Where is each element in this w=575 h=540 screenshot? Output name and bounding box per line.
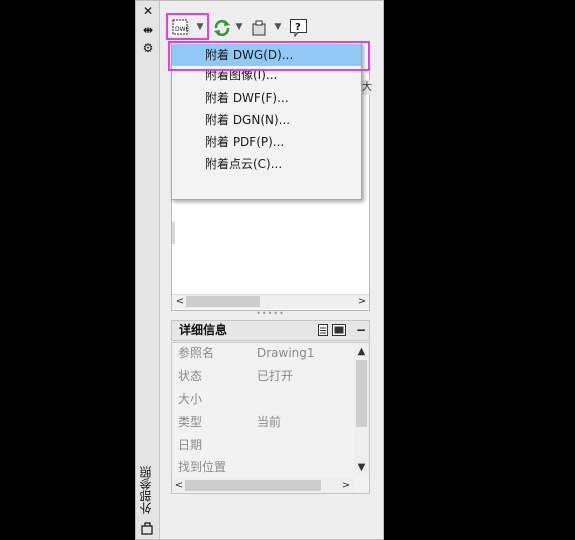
- auto-hide-icon[interactable]: ⇹: [140, 23, 156, 37]
- scrollbar-thumb[interactable]: [185, 480, 321, 491]
- properties-icon[interactable]: ⚙: [140, 41, 156, 55]
- menu-item-attach-dgn[interactable]: 附着 DGN(N)...: [172, 109, 361, 131]
- chevron-down-icon[interactable]: ▼: [234, 17, 244, 37]
- svg-text:DWG: DWG: [175, 26, 189, 33]
- chevron-left-icon[interactable]: <: [172, 478, 186, 493]
- svg-text:?: ?: [295, 22, 301, 33]
- collapse-icon[interactable]: −: [355, 322, 367, 338]
- detail-label-reference-name: 参照名: [178, 346, 215, 360]
- scrollbar-thumb[interactable]: [356, 360, 367, 427]
- palette-title: 外部参照: [139, 466, 153, 514]
- chevron-down-icon[interactable]: ▼: [354, 460, 369, 475]
- detail-label-found-at: 找到位置: [178, 460, 227, 474]
- list-edge-marker: [172, 222, 175, 244]
- detail-value-type: 当前: [257, 415, 282, 429]
- chevron-down-icon: ▼: [196, 22, 204, 32]
- chevron-down-icon[interactable]: ▼: [273, 17, 283, 37]
- panel-splitter[interactable]: •••••: [171, 310, 370, 318]
- palette-icon: [140, 520, 156, 536]
- detail-value-reference-name: Drawing1: [257, 346, 315, 360]
- detail-value-status: 已打开: [257, 369, 294, 383]
- menu-item-attach-dwf[interactable]: 附着 DWF(F)...: [172, 87, 361, 109]
- details-view-icon[interactable]: [317, 324, 329, 336]
- attach-dwg-icon: DWG: [171, 18, 191, 36]
- menu-item-attach-pdf[interactable]: 附着 PDF(P)...: [172, 131, 361, 153]
- attach-dropdown-button[interactable]: DWG ▼: [166, 13, 209, 40]
- column-header-edge[interactable]: 大: [361, 80, 372, 95]
- detail-label-type: 类型: [178, 415, 203, 429]
- chevron-left-icon[interactable]: <: [173, 294, 187, 309]
- refresh-icon[interactable]: [212, 18, 232, 38]
- preview-icon[interactable]: [332, 324, 346, 336]
- change-path-icon[interactable]: [250, 18, 270, 38]
- scrollbar-thumb[interactable]: [186, 296, 260, 307]
- detail-label-date: 日期: [178, 438, 203, 452]
- chevron-right-icon[interactable]: >: [339, 478, 353, 493]
- help-icon[interactable]: ?: [289, 18, 308, 38]
- detail-label-size: 大小: [178, 392, 203, 406]
- close-icon[interactable]: ✕: [140, 4, 156, 18]
- menu-item-attach-point-cloud[interactable]: 附着点云(C)...: [172, 153, 361, 175]
- details-title: 详细信息: [179, 323, 228, 337]
- selection-highlight-frame: [168, 41, 370, 71]
- chevron-up-icon[interactable]: ▲: [354, 344, 369, 359]
- detail-label-status: 状态: [178, 369, 203, 383]
- chevron-right-icon[interactable]: >: [355, 294, 369, 309]
